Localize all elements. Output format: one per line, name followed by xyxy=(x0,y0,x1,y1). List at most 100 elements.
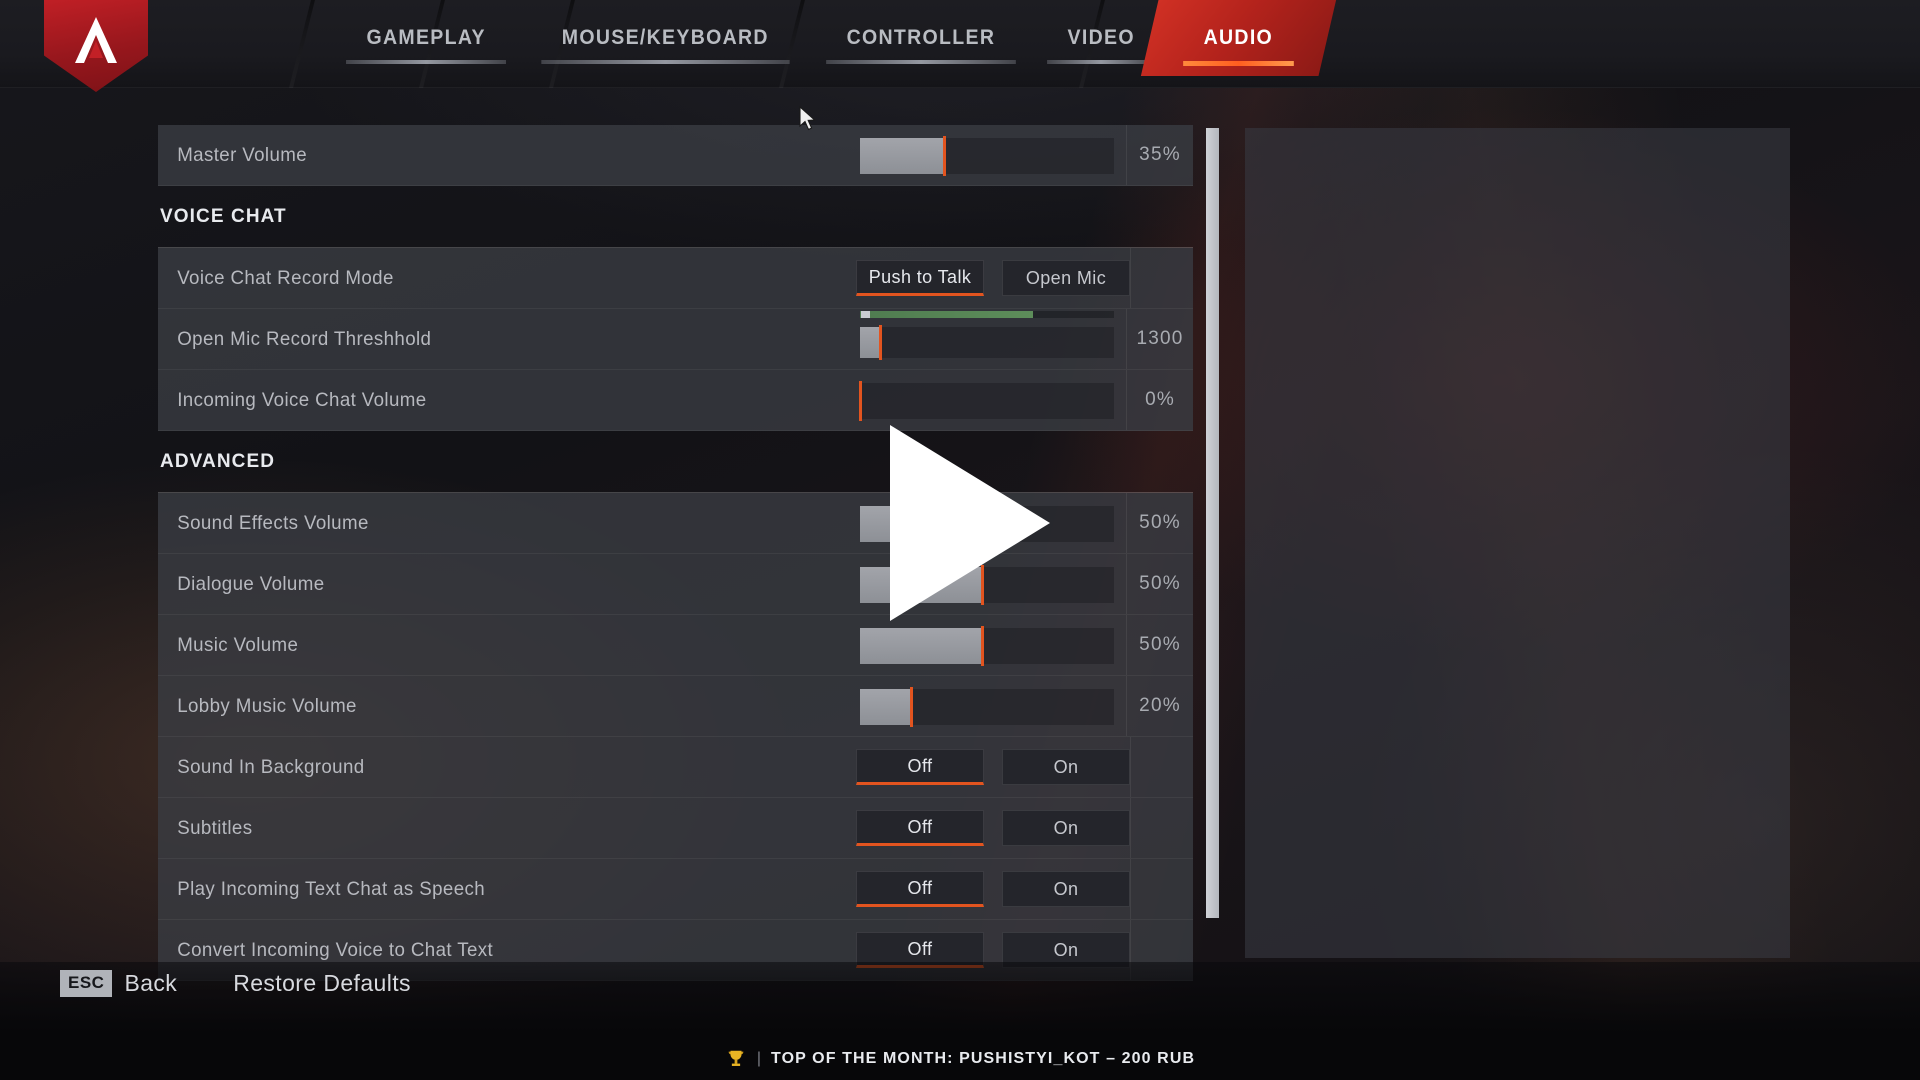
settings-top-nav: GAMEPLAY MOUSE/KEYBOARD CONTROLLER VIDEO AUD… xyxy=(0,0,1920,92)
tab-label: CONTROLLER xyxy=(846,26,996,49)
slider-knob[interactable] xyxy=(909,687,913,727)
mic-level-meter xyxy=(860,311,1114,318)
setting-label: Convert Incoming Voice to Chat Text xyxy=(177,938,494,961)
setting-row-play-incoming-text-chat-as-speech[interactable]: Play Incoming Text Chat as Speech Off On xyxy=(158,859,1193,920)
slider-knob[interactable] xyxy=(980,626,984,666)
back-button[interactable]: ESC Back xyxy=(60,970,177,997)
setting-label: Voice Chat Record Mode xyxy=(177,266,394,289)
setting-control[interactable] xyxy=(848,125,1126,185)
setting-value: 0% xyxy=(1126,370,1193,430)
slider-knob[interactable] xyxy=(879,325,883,360)
setting-value xyxy=(1130,248,1193,308)
setting-label: Play Incoming Text Chat as Speech xyxy=(177,877,486,900)
setting-label: Dialogue Volume xyxy=(177,572,325,595)
slider-fill xyxy=(860,689,911,725)
restore-defaults-label: Restore Defaults xyxy=(233,970,411,996)
setting-row-music-volume[interactable]: Music Volume 50% xyxy=(158,615,1193,676)
setting-value: 35% xyxy=(1126,125,1193,185)
toggle-option-on[interactable]: On xyxy=(1002,749,1130,785)
setting-value xyxy=(1130,737,1193,797)
setting-value: 50% xyxy=(1126,554,1193,614)
toggle-option-off[interactable]: Off xyxy=(856,871,984,907)
setting-control[interactable]: Off On xyxy=(848,737,1130,797)
setting-label: Lobby Music Volume xyxy=(177,694,357,717)
settings-preview-pane xyxy=(1245,128,1790,958)
setting-value: 1300 xyxy=(1126,309,1193,369)
mouse-cursor-icon xyxy=(799,106,816,131)
promo-ticker: | TOP OF THE MONTH: PUSHISTYI_KOT – 200 … xyxy=(0,1048,1920,1070)
setting-control[interactable]: Off On xyxy=(848,859,1130,919)
toggle-option-on[interactable]: On xyxy=(1002,871,1130,907)
setting-row-master-volume[interactable]: Master Volume 35% xyxy=(158,125,1193,186)
setting-control[interactable] xyxy=(848,309,1126,369)
trophy-icon xyxy=(728,1050,744,1066)
esc-keycap: ESC xyxy=(60,970,113,997)
tab-underline xyxy=(346,60,507,64)
toggle-option-push-to-talk[interactable]: Push to Talk xyxy=(856,260,984,296)
setting-control[interactable]: Push to Talk Open Mic xyxy=(848,248,1130,308)
tab-audio[interactable]: AUDIO xyxy=(1140,0,1336,76)
ticker-text: TOP OF THE MONTH: PUSHISTYI_KOT – 200 RU… xyxy=(771,1050,1196,1067)
toggle-group-voice-chat-record-mode[interactable]: Push to Talk Open Mic xyxy=(848,260,1130,296)
setting-row-lobby-music-volume[interactable]: Lobby Music Volume 20% xyxy=(158,676,1193,737)
settings-scrollbar[interactable] xyxy=(1206,128,1219,918)
tab-label: GAMEPLAY xyxy=(366,26,486,49)
toggle-option-on[interactable]: On xyxy=(1002,810,1130,846)
toggle-option-off[interactable]: Off xyxy=(856,749,984,785)
footer-bar: ESC Back Restore Defaults | TOP OF THE M… xyxy=(0,962,1920,1080)
toggle-group-subtitles[interactable]: Off On xyxy=(848,810,1130,846)
slider-master-volume[interactable] xyxy=(860,136,1114,176)
setting-value xyxy=(1130,859,1193,919)
toggle-option-off[interactable]: Off xyxy=(856,810,984,846)
tab-label: MOUSE/KEYBOARD xyxy=(562,26,770,49)
section-header-voice-chat: VOICE CHAT xyxy=(158,186,1193,248)
slider-knob[interactable] xyxy=(942,136,946,176)
slider-open-mic-record-threshold[interactable] xyxy=(860,325,1114,360)
setting-row-incoming-voice-chat-volume[interactable]: Incoming Voice Chat Volume 0% xyxy=(158,370,1193,431)
setting-control[interactable] xyxy=(848,676,1126,736)
tab-label: VIDEO xyxy=(1067,26,1135,49)
tab-underline xyxy=(1046,60,1156,64)
toggle-group-sound-in-background[interactable]: Off On xyxy=(848,749,1130,785)
setting-row-subtitles[interactable]: Subtitles Off On xyxy=(158,798,1193,859)
play-triangle-icon[interactable] xyxy=(890,425,1050,621)
slider-incoming-voice-chat-volume[interactable] xyxy=(859,381,1114,421)
ticker-separator: | xyxy=(756,1050,762,1067)
setting-label: Sound In Background xyxy=(177,755,365,778)
mic-level-meter-tick xyxy=(861,311,870,318)
setting-control[interactable] xyxy=(848,615,1126,675)
setting-row-open-mic-record-threshold[interactable]: Open Mic Record Threshhold 1300 xyxy=(158,309,1193,370)
tab-gameplay[interactable]: GAMEPLAY xyxy=(337,0,516,76)
setting-row-voice-chat-record-mode[interactable]: Voice Chat Record Mode Push to Talk Open M… xyxy=(158,248,1193,309)
toggle-group-play-incoming-text-chat-as-speech[interactable]: Off On xyxy=(848,871,1130,907)
setting-label: Music Volume xyxy=(177,633,299,656)
slider-fill xyxy=(860,628,982,664)
slider-music-volume[interactable] xyxy=(860,626,1114,666)
slider-lobby-music-volume[interactable] xyxy=(860,687,1114,727)
section-header-label: VOICE CHAT xyxy=(160,206,287,227)
tab-underline xyxy=(541,60,790,64)
setting-label: Master Volume xyxy=(177,143,308,166)
tab-controller[interactable]: CONTROLLER xyxy=(817,0,1025,76)
setting-control[interactable] xyxy=(848,370,1126,430)
toggle-option-open-mic[interactable]: Open Mic xyxy=(1002,260,1130,296)
setting-label: Subtitles xyxy=(177,816,253,839)
tab-mouse-keyboard[interactable]: MOUSE/KEYBOARD xyxy=(532,0,799,76)
settings-tabs[interactable]: GAMEPLAY MOUSE/KEYBOARD CONTROLLER VIDEO AUD… xyxy=(330,0,1336,88)
slider-knob[interactable] xyxy=(859,381,862,421)
apex-logo-icon xyxy=(44,0,148,92)
setting-value: 50% xyxy=(1126,493,1193,553)
setting-label: Incoming Voice Chat Volume xyxy=(177,388,427,411)
setting-value xyxy=(1130,798,1193,858)
back-label: Back xyxy=(124,970,178,996)
tab-underline xyxy=(1183,61,1294,66)
setting-value: 20% xyxy=(1126,676,1193,736)
setting-control[interactable]: Off On xyxy=(848,798,1130,858)
setting-value: 50% xyxy=(1126,615,1193,675)
tab-label: AUDIO xyxy=(1203,26,1274,49)
slider-fill xyxy=(860,327,881,358)
mic-level-meter-fill xyxy=(860,311,1033,318)
setting-row-sound-in-background[interactable]: Sound In Background Off On xyxy=(158,737,1193,798)
scrollbar-thumb[interactable] xyxy=(1206,128,1219,918)
restore-defaults-button[interactable]: Restore Defaults xyxy=(233,970,411,997)
